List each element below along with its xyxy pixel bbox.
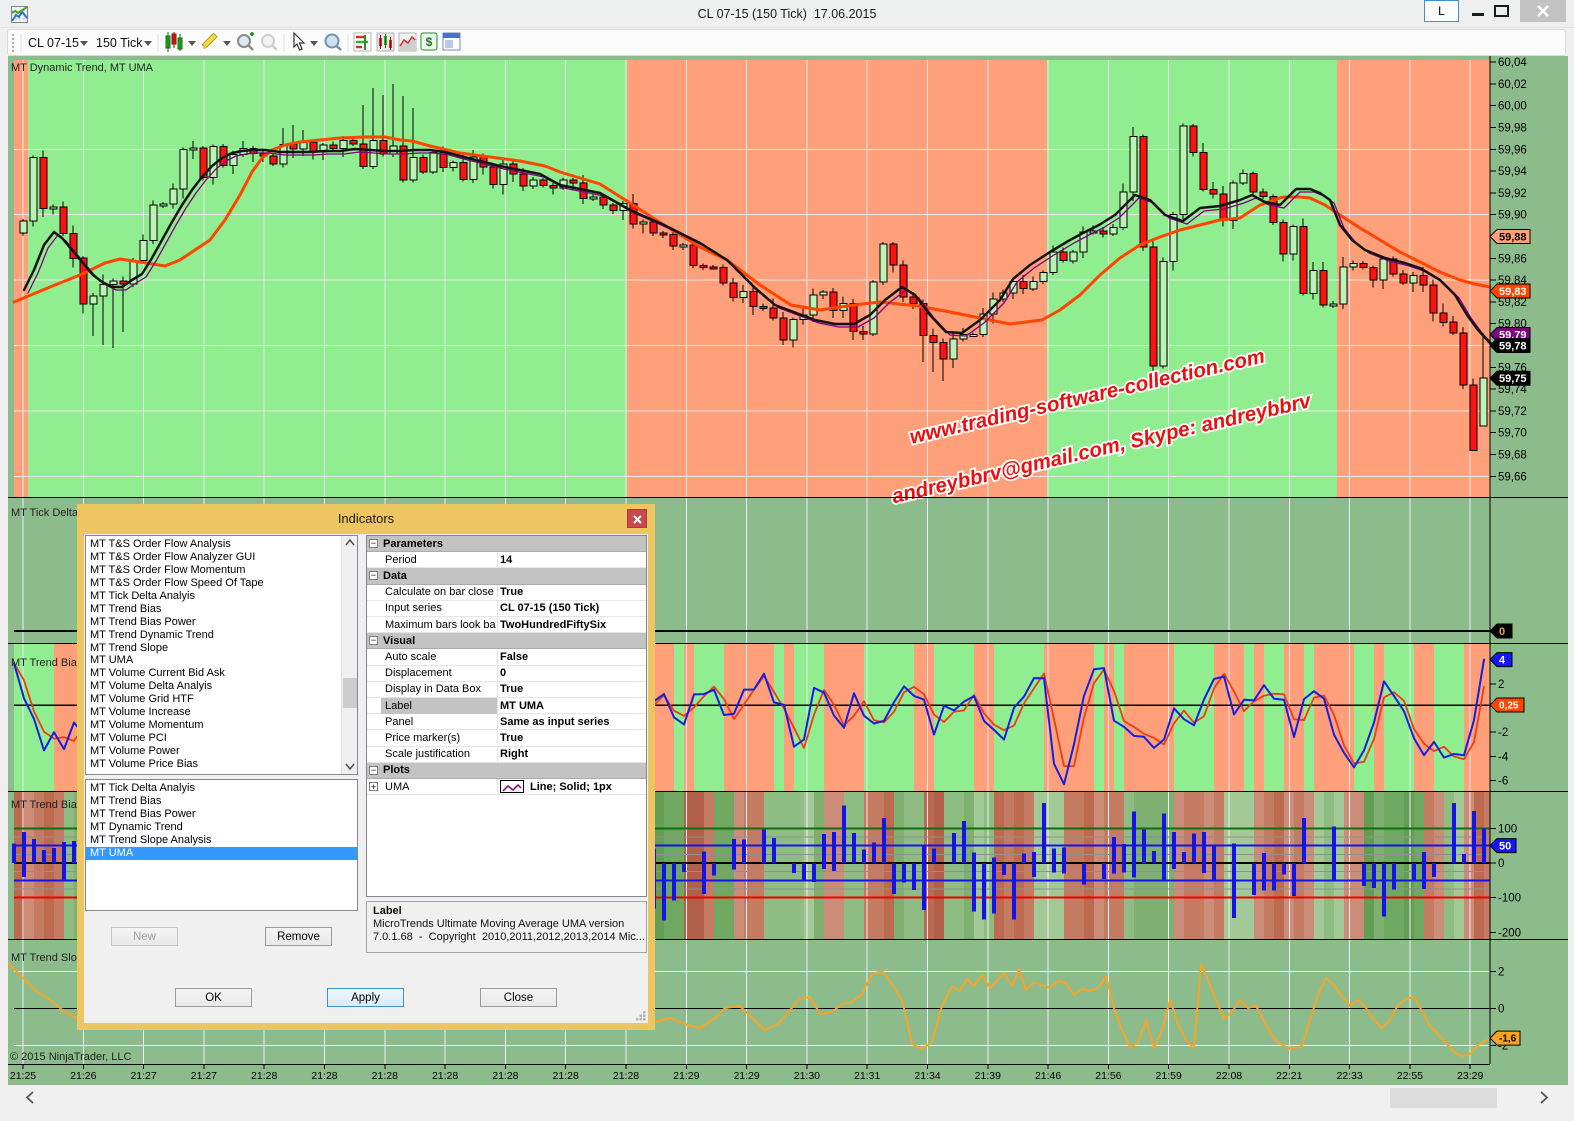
svg-text:21:34: 21:34	[914, 1070, 940, 1082]
svg-text:21:26: 21:26	[70, 1070, 96, 1082]
svg-text:CL 07-15: CL 07-15	[28, 36, 79, 50]
svg-text:59,94: 59,94	[1498, 166, 1527, 178]
svg-text:150 Tick: 150 Tick	[96, 36, 143, 50]
svg-text:59,88: 59,88	[1499, 232, 1527, 244]
svg-text:21:27: 21:27	[191, 1070, 217, 1082]
svg-text:60,04: 60,04	[1498, 57, 1527, 69]
svg-text:-6: -6	[1498, 776, 1508, 788]
svg-text:21:27: 21:27	[130, 1070, 156, 1082]
svg-text:59,70: 59,70	[1498, 428, 1527, 440]
svg-text:-1,6: -1,6	[1499, 1034, 1517, 1045]
svg-text:21:28: 21:28	[251, 1070, 277, 1082]
svg-text:50: 50	[1499, 841, 1511, 853]
svg-text:60,02: 60,02	[1498, 79, 1527, 91]
svg-text:21:28: 21:28	[492, 1070, 518, 1082]
svg-text:-200: -200	[1498, 927, 1521, 939]
svg-text:2: 2	[1498, 679, 1504, 691]
svg-text:59,92: 59,92	[1498, 188, 1527, 200]
svg-text:59,74: 59,74	[1498, 384, 1527, 396]
svg-text:21:25: 21:25	[10, 1070, 36, 1082]
svg-text:0: 0	[1498, 858, 1504, 870]
svg-text:59,86: 59,86	[1498, 253, 1527, 265]
svg-text:21:29: 21:29	[733, 1070, 759, 1082]
svg-text:21:59: 21:59	[1156, 1070, 1182, 1082]
svg-text:-4: -4	[1498, 751, 1509, 763]
svg-text:© 2015 NinjaTrader, LLC: © 2015 NinjaTrader, LLC	[10, 1051, 131, 1063]
svg-text:MT Dynamic Trend, MT UMA: MT Dynamic Trend, MT UMA	[11, 62, 154, 74]
svg-text:59,78: 59,78	[1499, 341, 1527, 353]
svg-text:22:21: 22:21	[1276, 1070, 1302, 1082]
svg-text:4: 4	[1499, 655, 1506, 667]
svg-text:59,98: 59,98	[1498, 123, 1527, 135]
svg-text:21:28: 21:28	[372, 1070, 398, 1082]
svg-text:21:46: 21:46	[1035, 1070, 1061, 1082]
svg-text:22:08: 22:08	[1216, 1070, 1242, 1082]
svg-text:59,90: 59,90	[1498, 210, 1527, 222]
svg-text:60,00: 60,00	[1498, 101, 1527, 113]
svg-text:59,75: 59,75	[1499, 373, 1527, 385]
svg-text:21:28: 21:28	[613, 1070, 639, 1082]
svg-text:MT Trend Bias: MT Trend Bias	[11, 657, 83, 669]
svg-text:23:29: 23:29	[1457, 1070, 1483, 1082]
svg-text:59,82: 59,82	[1498, 297, 1527, 309]
svg-text:21:28: 21:28	[553, 1070, 579, 1082]
svg-text:-2: -2	[1498, 727, 1508, 739]
svg-text:59,68: 59,68	[1498, 450, 1527, 462]
svg-text:21:39: 21:39	[975, 1070, 1001, 1082]
svg-text:-100: -100	[1498, 893, 1521, 905]
svg-text:21:56: 21:56	[1095, 1070, 1121, 1082]
svg-text:59,96: 59,96	[1498, 144, 1527, 156]
svg-text:59,66: 59,66	[1498, 471, 1527, 483]
svg-text:21:28: 21:28	[432, 1070, 458, 1082]
svg-text:59,83: 59,83	[1499, 286, 1527, 298]
svg-text:0: 0	[1499, 626, 1505, 638]
svg-text:0: 0	[1498, 1004, 1504, 1016]
svg-text:$: $	[426, 35, 433, 49]
svg-text:21:28: 21:28	[311, 1070, 337, 1082]
svg-text:21:30: 21:30	[794, 1070, 820, 1082]
svg-text:21:31: 21:31	[854, 1070, 880, 1082]
svg-text:22:55: 22:55	[1397, 1070, 1423, 1082]
svg-text:21:29: 21:29	[673, 1070, 699, 1082]
svg-text:22:33: 22:33	[1336, 1070, 1362, 1082]
svg-text:59,72: 59,72	[1498, 406, 1527, 418]
svg-text:100: 100	[1498, 823, 1517, 835]
svg-text:0,25: 0,25	[1499, 701, 1519, 712]
svg-text:2: 2	[1498, 967, 1504, 979]
